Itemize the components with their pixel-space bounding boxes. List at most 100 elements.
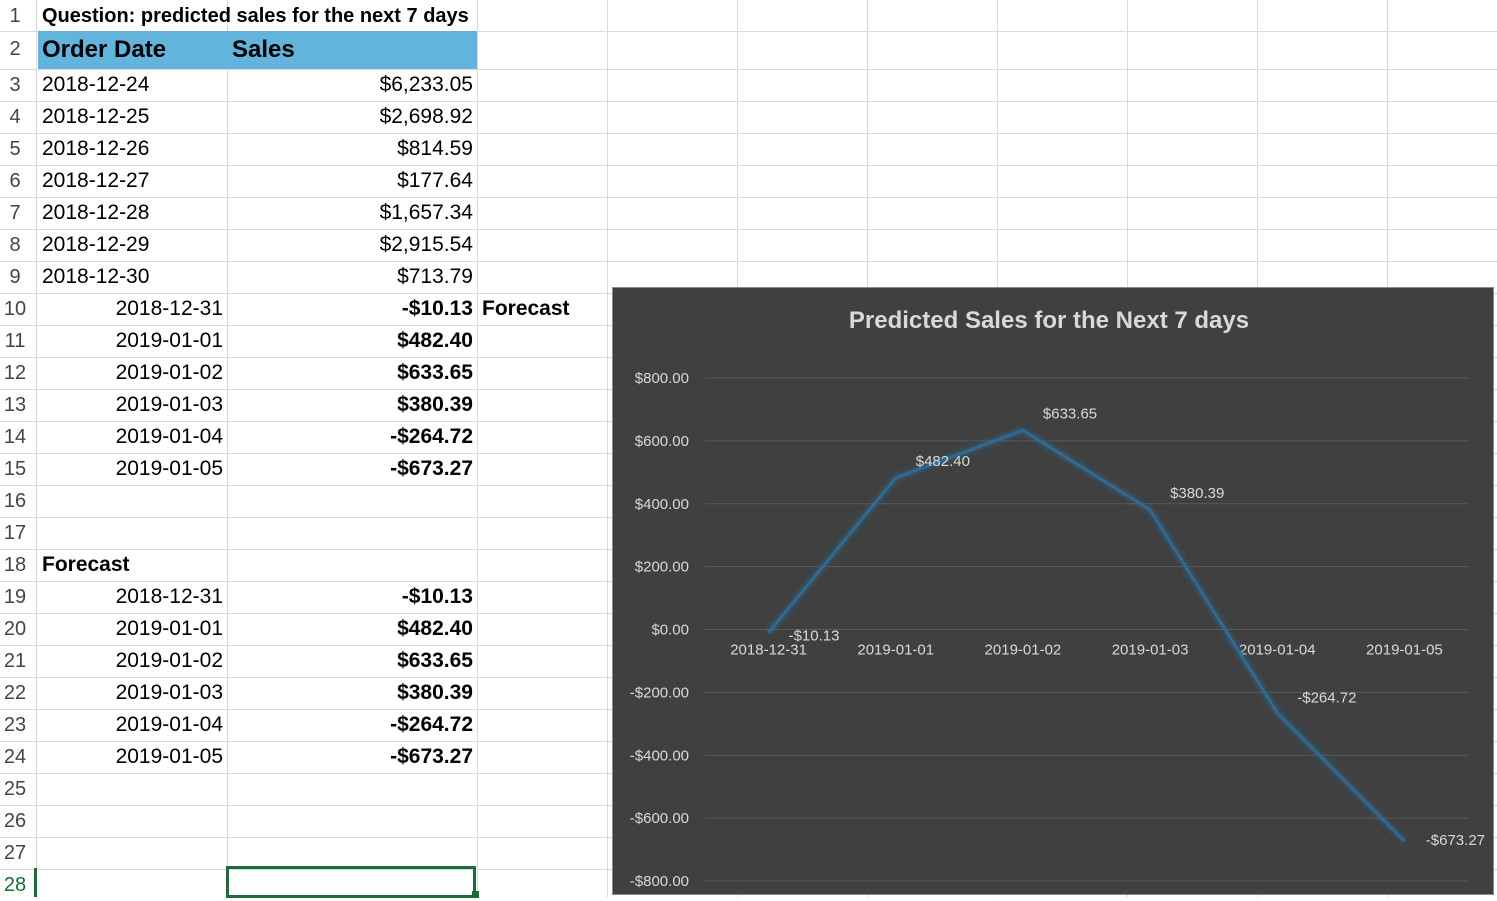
chart-title: Predicted Sales for the Next 7 days xyxy=(849,307,1249,334)
row-number[interactable]: 10 xyxy=(0,293,30,325)
history-sales-cell[interactable]: $2,698.92 xyxy=(227,101,473,133)
row-number[interactable]: 3 xyxy=(0,69,30,101)
row-number[interactable]: 23 xyxy=(0,709,30,741)
forecast-table-date-cell[interactable]: 2019-01-03 xyxy=(38,677,223,709)
y-tick-label: $800.00 xyxy=(635,370,689,387)
row-number[interactable]: 4 xyxy=(0,101,30,133)
y-tick-label: $400.00 xyxy=(635,496,689,513)
history-date-cell[interactable]: 2018-12-26 xyxy=(42,133,149,165)
forecast-sales-cell[interactable]: -$10.13 xyxy=(227,293,473,325)
column-gridline xyxy=(477,0,478,897)
forecast-date-cell[interactable]: 2019-01-05 xyxy=(38,453,223,485)
data-label: $380.39 xyxy=(1170,485,1224,502)
header-order-date[interactable]: Order Date xyxy=(38,31,227,69)
column-gridline xyxy=(36,0,37,897)
history-sales-cell[interactable]: $177.64 xyxy=(227,165,473,197)
row-gridline xyxy=(0,229,1497,230)
row-number[interactable]: 19 xyxy=(0,581,30,613)
forecast-date-cell[interactable]: 2018-12-31 xyxy=(38,293,223,325)
history-date-cell[interactable]: 2018-12-27 xyxy=(42,165,149,197)
history-sales-cell[interactable]: $713.79 xyxy=(227,261,473,293)
forecast-table-sales-cell[interactable]: -$673.27 xyxy=(227,741,473,773)
history-date-cell[interactable]: 2018-12-28 xyxy=(42,197,149,229)
row-number[interactable]: 14 xyxy=(0,421,30,453)
y-tick-label: $0.00 xyxy=(651,622,689,639)
row-gridline xyxy=(0,101,1497,102)
forecast-title-cell[interactable]: Forecast xyxy=(42,549,130,581)
row-gridline xyxy=(0,197,1497,198)
row-number[interactable]: 26 xyxy=(0,805,30,837)
forecast-table-date-cell[interactable]: 2019-01-02 xyxy=(38,645,223,677)
forecast-table-date-cell[interactable]: 2019-01-05 xyxy=(38,741,223,773)
y-tick-label: -$800.00 xyxy=(630,873,689,890)
forecast-table-sales-cell[interactable]: $633.65 xyxy=(227,645,473,677)
row-number[interactable]: 11 xyxy=(0,325,30,357)
row-gridline xyxy=(0,133,1497,134)
forecast-date-cell[interactable]: 2019-01-01 xyxy=(38,325,223,357)
row-number[interactable]: 8 xyxy=(0,229,30,261)
row-number[interactable]: 20 xyxy=(0,613,30,645)
row-number[interactable]: 12 xyxy=(0,357,30,389)
row-number[interactable]: 28 xyxy=(0,869,30,901)
row-number[interactable]: 1 xyxy=(0,0,30,32)
selected-cell[interactable] xyxy=(226,866,476,898)
y-tick-label: -$600.00 xyxy=(630,810,689,827)
column-gridline xyxy=(607,0,608,897)
question-cell[interactable]: Question: predicted sales for the next 7… xyxy=(42,0,469,32)
forecast-table-date-cell[interactable]: 2018-12-31 xyxy=(38,581,223,613)
row-number[interactable]: 27 xyxy=(0,837,30,869)
row-number[interactable]: 7 xyxy=(0,197,30,229)
data-label: $482.40 xyxy=(916,453,970,470)
y-tick-label: -$400.00 xyxy=(630,747,689,764)
chart-svg: Predicted Sales for the Next 7 days $800.… xyxy=(630,307,1485,890)
row-number[interactable]: 17 xyxy=(0,517,30,549)
y-tick-label: $200.00 xyxy=(635,559,689,576)
data-label: $633.65 xyxy=(1043,405,1097,422)
header-sales[interactable]: Sales xyxy=(227,31,477,69)
row-number[interactable]: 18 xyxy=(0,549,30,581)
forecast-sales-cell[interactable]: $482.40 xyxy=(227,325,473,357)
row-number[interactable]: 25 xyxy=(0,773,30,805)
forecast-date-cell[interactable]: 2019-01-03 xyxy=(38,389,223,421)
row-number[interactable]: 13 xyxy=(0,389,30,421)
forecast-table-date-cell[interactable]: 2019-01-04 xyxy=(38,709,223,741)
history-date-cell[interactable]: 2018-12-24 xyxy=(42,69,149,101)
forecast-note-cell[interactable]: Forecast xyxy=(482,293,570,325)
forecast-table-sales-cell[interactable]: -$264.72 xyxy=(227,709,473,741)
row-gridline xyxy=(0,165,1497,166)
row-gridline xyxy=(0,261,1497,262)
forecast-sales-cell[interactable]: -$673.27 xyxy=(227,453,473,485)
forecast-sales-cell[interactable]: -$264.72 xyxy=(227,421,473,453)
forecast-table-sales-cell[interactable]: -$10.13 xyxy=(227,581,473,613)
history-sales-cell[interactable]: $2,915.54 xyxy=(227,229,473,261)
series-line xyxy=(767,428,1406,843)
history-sales-cell[interactable]: $814.59 xyxy=(227,133,473,165)
x-tick-label: 2019-01-02 xyxy=(985,642,1062,659)
x-tick-label: 2019-01-04 xyxy=(1239,642,1316,659)
data-label: -$673.27 xyxy=(1426,832,1485,849)
row-number[interactable]: 16 xyxy=(0,485,30,517)
row-number[interactable]: 22 xyxy=(0,677,30,709)
history-date-cell[interactable]: 2018-12-25 xyxy=(42,101,149,133)
forecast-date-cell[interactable]: 2019-01-04 xyxy=(38,421,223,453)
history-sales-cell[interactable]: $6,233.05 xyxy=(227,69,473,101)
data-label: -$264.72 xyxy=(1297,690,1356,707)
forecast-sales-cell[interactable]: $380.39 xyxy=(227,389,473,421)
data-label: -$10.13 xyxy=(789,628,840,645)
forecast-date-cell[interactable]: 2019-01-02 xyxy=(38,357,223,389)
row-number[interactable]: 21 xyxy=(0,645,30,677)
forecast-sales-cell[interactable]: $633.65 xyxy=(227,357,473,389)
row-number[interactable]: 24 xyxy=(0,741,30,773)
row-number[interactable]: 5 xyxy=(0,133,30,165)
history-date-cell[interactable]: 2018-12-29 xyxy=(42,229,149,261)
row-number[interactable]: 9 xyxy=(0,261,30,293)
row-number[interactable]: 15 xyxy=(0,453,30,485)
row-number[interactable]: 2 xyxy=(0,33,30,65)
forecast-table-sales-cell[interactable]: $380.39 xyxy=(227,677,473,709)
history-sales-cell[interactable]: $1,657.34 xyxy=(227,197,473,229)
line-chart[interactable]: Predicted Sales for the Next 7 days $800.… xyxy=(612,287,1494,895)
history-date-cell[interactable]: 2018-12-30 xyxy=(42,261,149,293)
forecast-table-date-cell[interactable]: 2019-01-01 xyxy=(38,613,223,645)
forecast-table-sales-cell[interactable]: $482.40 xyxy=(227,613,473,645)
row-number[interactable]: 6 xyxy=(0,165,30,197)
